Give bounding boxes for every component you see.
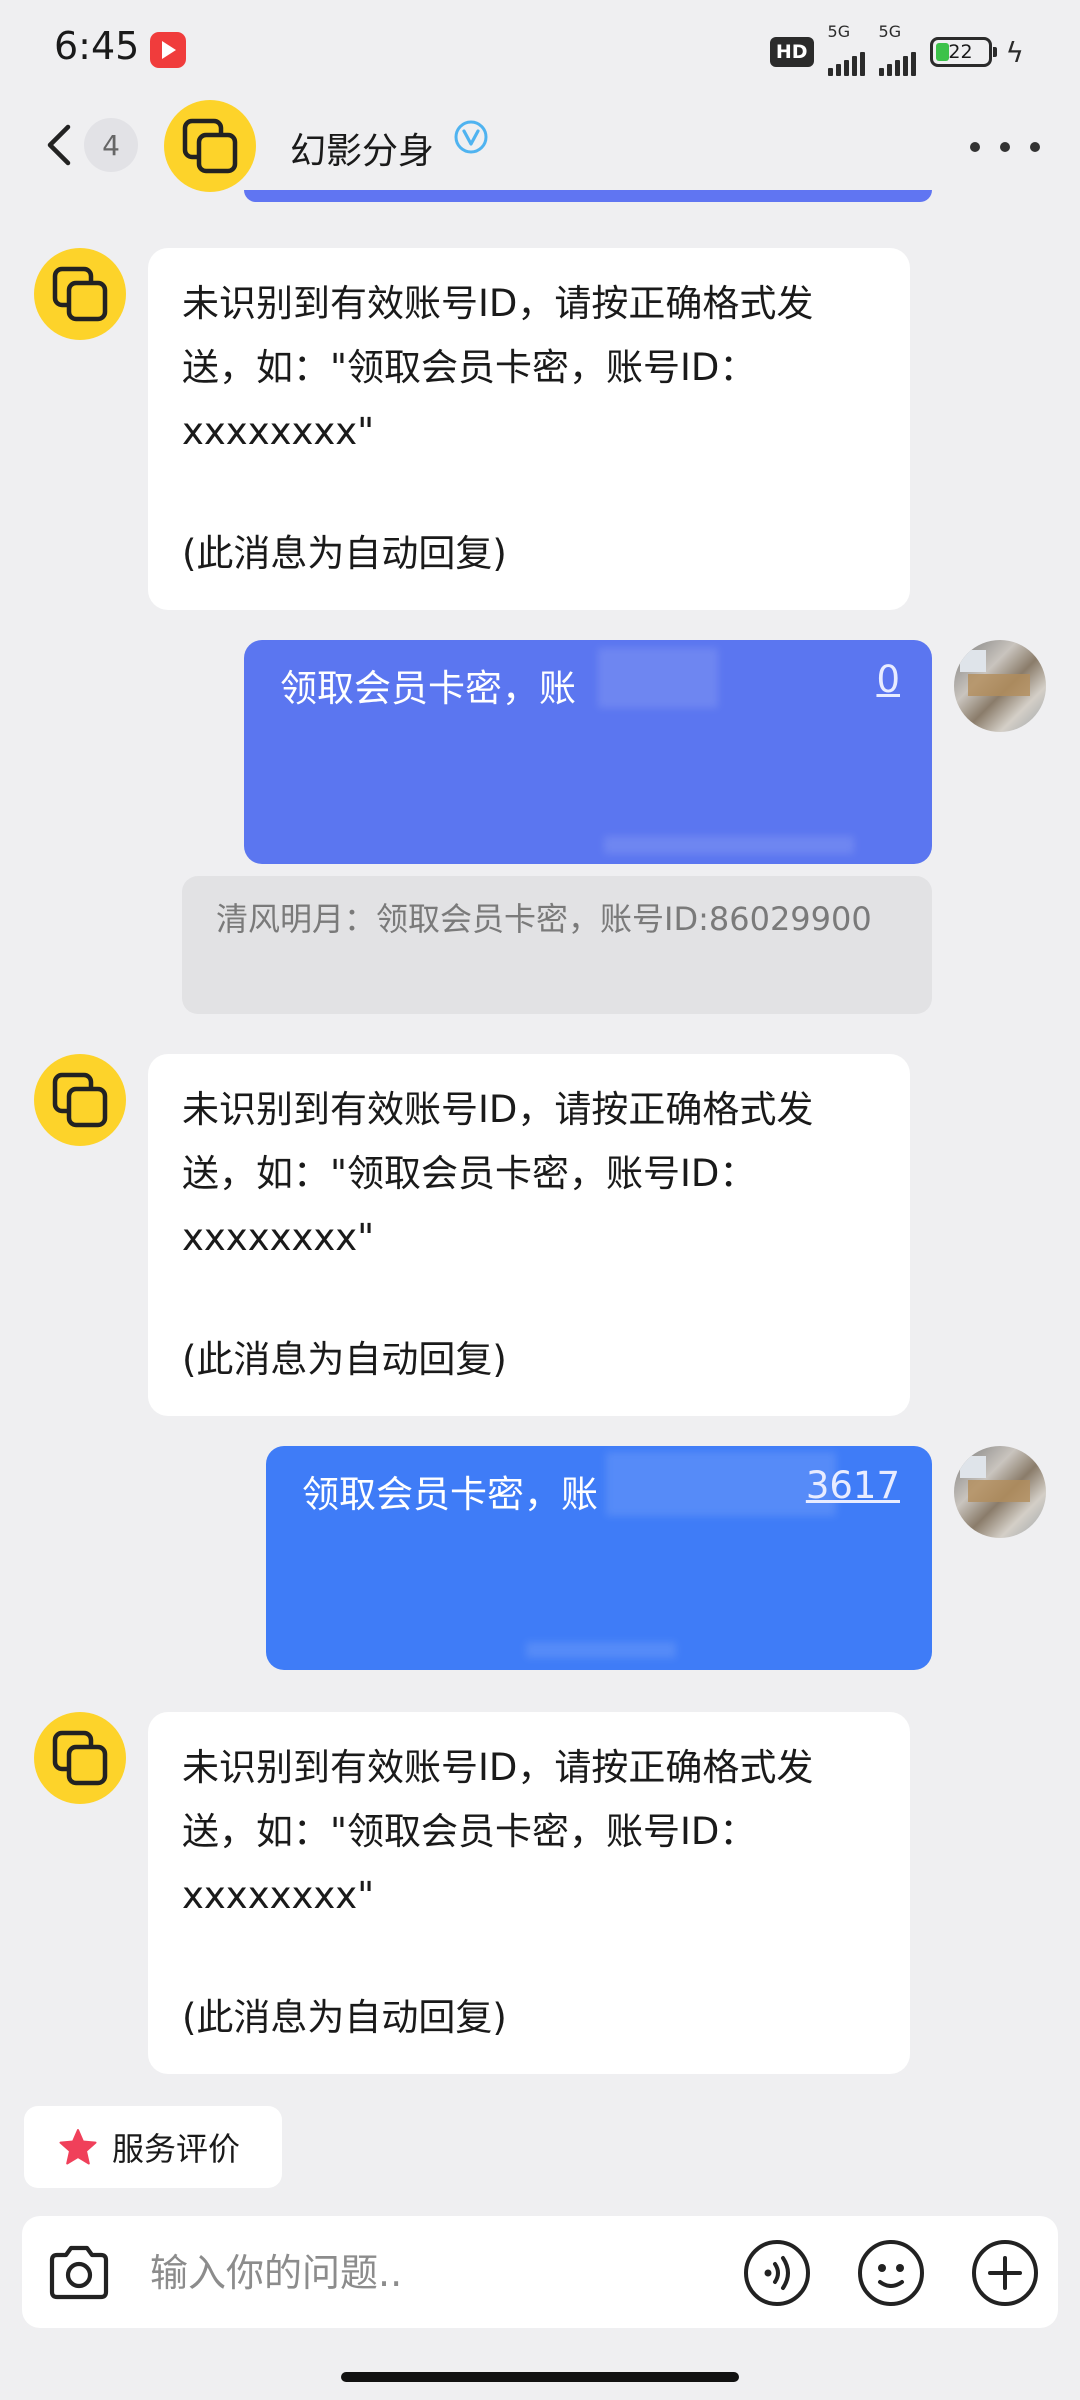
hd-badge: HD — [769, 37, 814, 67]
user-avatar[interactable] — [954, 1446, 1046, 1538]
account-avatar[interactable] — [164, 100, 256, 192]
message-line: 送，如："领取会员卡密，账号ID： — [182, 1152, 757, 1195]
more-options-button[interactable] — [970, 122, 1040, 172]
chevron-left-icon — [47, 124, 71, 166]
copy-icon — [182, 118, 238, 174]
message-text: 领取会员卡密，账 — [302, 1473, 598, 1516]
message-input[interactable] — [148, 2242, 712, 2304]
user-avatar[interactable] — [954, 640, 1046, 732]
camera-button[interactable] — [42, 2236, 116, 2310]
auto-reply-note: (此消息为自动回复) — [182, 1338, 507, 1381]
message-line: xxxxxxxx" — [182, 1216, 375, 1259]
home-indicator[interactable] — [341, 2372, 739, 2382]
copy-icon — [52, 1730, 108, 1786]
user-message[interactable]: 领取会员卡密，账 3617 — [266, 1446, 932, 1670]
status-bar: 6:45 HD 5G 5G 22 ϟ — [0, 0, 1080, 100]
message-input-bar — [22, 2216, 1058, 2328]
message-line: 未识别到有效账号ID，请按正确格式发 — [182, 1746, 814, 1789]
network-type-label: 5G — [827, 22, 851, 41]
battery-level: 22 — [948, 41, 973, 63]
emoji-button[interactable] — [854, 2236, 928, 2310]
message-line: 送，如："领取会员卡密，账号ID： — [182, 1810, 757, 1853]
chat-title: 幻影分身 — [290, 131, 435, 172]
message-text-tail: 0 — [876, 658, 900, 701]
bot-message[interactable]: 未识别到有效账号ID，请按正确格式发 送，如："领取会员卡密，账号ID： xxx… — [148, 1054, 910, 1416]
unread-count-badge: 4 — [84, 118, 138, 172]
message-line: 未识别到有效账号ID，请按正确格式发 — [182, 1088, 814, 1131]
back-button[interactable]: 4 — [44, 114, 140, 176]
bot-avatar[interactable] — [34, 1712, 126, 1804]
more-actions-button[interactable] — [968, 2236, 1042, 2310]
message-text-tail: 3617 — [805, 1464, 900, 1507]
copy-icon — [52, 266, 108, 322]
auto-reply-note: (此消息为自动回复) — [182, 1996, 507, 2039]
battery-icon: 22 — [929, 37, 997, 67]
bot-message[interactable]: 未识别到有效账号ID，请按正确格式发 送，如："领取会员卡密，账号ID： xxx… — [148, 1712, 910, 2074]
verified-v-icon — [452, 118, 490, 160]
bot-avatar[interactable] — [34, 1054, 126, 1146]
network-type-label-2: 5G — [878, 22, 902, 41]
user-message[interactable]: 领取会员卡密，账 0 — [244, 640, 932, 864]
chat-header: 4 幻影分身 — [0, 100, 1080, 196]
status-indicators: HD 5G 5G 22 ϟ — [769, 22, 1024, 76]
message-line: xxxxxxxx" — [182, 410, 375, 453]
star-icon — [59, 2129, 97, 2165]
auto-reply-note: (此消息为自动回复) — [182, 532, 507, 575]
message-line: 送，如："领取会员卡密，账号ID： — [182, 346, 757, 389]
chat-area[interactable]: 未识别到有效账号ID，请按正确格式发 送，如："领取会员卡密，账号ID： xxx… — [0, 190, 1080, 2096]
plus-icon — [972, 2240, 1038, 2306]
signal-strength-icon-2: 5G — [878, 22, 916, 76]
service-rating-button[interactable]: 服务评价 — [24, 2106, 282, 2188]
bot-avatar[interactable] — [34, 248, 126, 340]
message-line: 未识别到有效账号ID，请按正确格式发 — [182, 282, 814, 325]
voice-icon — [744, 2240, 810, 2306]
video-app-notification-icon — [150, 32, 186, 68]
previous-message-edge — [244, 190, 932, 202]
status-time: 6:45 — [54, 24, 140, 68]
message-text: 领取会员卡密，账 — [280, 667, 576, 710]
voice-input-button[interactable] — [740, 2236, 814, 2310]
quoted-message[interactable]: 清风明月：领取会员卡密，账号ID:86029900 — [182, 876, 932, 1014]
message-line: xxxxxxxx" — [182, 1874, 375, 1917]
service-rating-label: 服务评价 — [112, 2130, 241, 2168]
emoji-icon — [858, 2240, 924, 2306]
camera-icon — [49, 2245, 109, 2300]
signal-strength-icon: 5G — [827, 22, 865, 76]
copy-icon — [52, 1072, 108, 1128]
bot-message[interactable]: 未识别到有效账号ID，请按正确格式发 送，如："领取会员卡密，账号ID： xxx… — [148, 248, 910, 610]
charging-icon: ϟ — [1005, 35, 1024, 69]
